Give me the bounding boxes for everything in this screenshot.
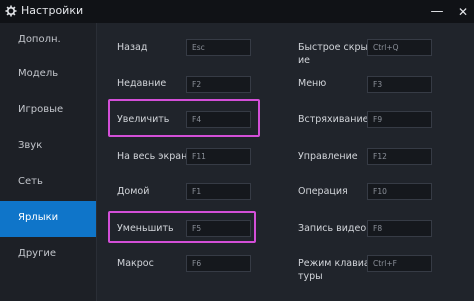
sidebar-item-label: Ярлыки <box>18 212 59 223</box>
shortcut-key-quick-hide[interactable]: Ctrl+Q <box>367 39 432 56</box>
sidebar-item-game[interactable]: Игровые <box>0 93 96 129</box>
sidebar-item-label: Звук <box>18 140 43 151</box>
sidebar-item-sound[interactable]: Звук <box>0 129 96 165</box>
shortcut-key-menu[interactable]: F3 <box>367 76 432 93</box>
shortcut-label-recent: Недавние <box>117 78 167 89</box>
shortcut-key-zoom-in[interactable]: F4 <box>186 111 251 128</box>
shortcut-key-keyboard-mode[interactable]: Ctrl+F <box>367 255 432 272</box>
shortcut-label-menu: Меню <box>298 78 327 89</box>
sidebar-item-label: Модель <box>18 68 59 79</box>
sidebar-item-label: Другие <box>18 248 56 259</box>
sidebar-item-label: Сеть <box>18 176 43 187</box>
shortcut-label-keyboard-mode: Режим клавиа туры <box>298 257 370 283</box>
shortcut-label-zoom-out: Уменьшить <box>117 223 174 234</box>
shortcut-key-recent[interactable]: F2 <box>186 76 251 93</box>
shortcut-label-macro: Макрос <box>117 258 154 269</box>
shortcut-key-video-record[interactable]: F8 <box>367 220 432 237</box>
shortcut-label-video-record: Запись видео <box>298 223 367 234</box>
shortcut-label-line: ие <box>298 55 311 66</box>
shortcut-label-quick-hide: Быстрое скрыт ие <box>298 41 374 67</box>
shortcut-key-fullscreen[interactable]: F11 <box>186 148 251 165</box>
shortcut-label-home: Домой <box>117 186 150 197</box>
window-title: Настройки <box>21 4 84 17</box>
sidebar-item-label: Дополн. <box>18 34 61 45</box>
shortcut-key-zoom-out[interactable]: F5 <box>186 220 251 237</box>
shortcut-key-operation[interactable]: F10 <box>367 183 432 200</box>
title-bar[interactable]: Настройки — ✕ <box>0 0 474 23</box>
shortcut-key-control[interactable]: F12 <box>367 148 432 165</box>
shortcut-key-macro[interactable]: F6 <box>186 255 251 272</box>
sidebar-item-shortcuts[interactable]: Ярлыки <box>0 201 96 237</box>
shortcut-label-fullscreen: На весь экран <box>117 151 188 162</box>
gear-icon <box>5 5 17 17</box>
sidebar-item-network[interactable]: Сеть <box>0 165 96 201</box>
shortcut-label-shake: Встряхивание <box>298 114 369 125</box>
sidebar-item-label: Игровые <box>18 104 64 115</box>
shortcut-label-line: Быстрое скрыт <box>298 42 374 53</box>
shortcut-label-zoom-in: Увеличить <box>117 114 170 125</box>
shortcut-key-shake[interactable]: F9 <box>367 111 432 128</box>
sidebar-item-advanced[interactable]: Дополн. <box>0 23 96 59</box>
sidebar: Дополн. Модель Игровые Звук Сеть Ярлыки … <box>0 23 97 301</box>
shortcut-key-back[interactable]: Esc <box>186 39 251 56</box>
settings-window: Настройки — ✕ Дополн. Модель Игровые Зву… <box>0 0 474 301</box>
shortcuts-panel: Назад Esc Недавние F2 Увеличить F4 На ве… <box>97 23 474 301</box>
shortcut-key-home[interactable]: F1 <box>186 183 251 200</box>
close-button[interactable]: ✕ <box>452 0 474 23</box>
shortcut-label-back: Назад <box>117 42 148 53</box>
shortcut-label-line: туры <box>298 271 323 282</box>
minimize-button[interactable]: — <box>426 0 448 23</box>
shortcut-label-control: Управление <box>298 151 358 162</box>
shortcut-label-operation: Операция <box>298 186 348 197</box>
sidebar-item-other[interactable]: Другие <box>0 237 96 273</box>
sidebar-item-model[interactable]: Модель <box>0 57 96 93</box>
shortcut-label-line: Режим клавиа <box>298 258 370 269</box>
